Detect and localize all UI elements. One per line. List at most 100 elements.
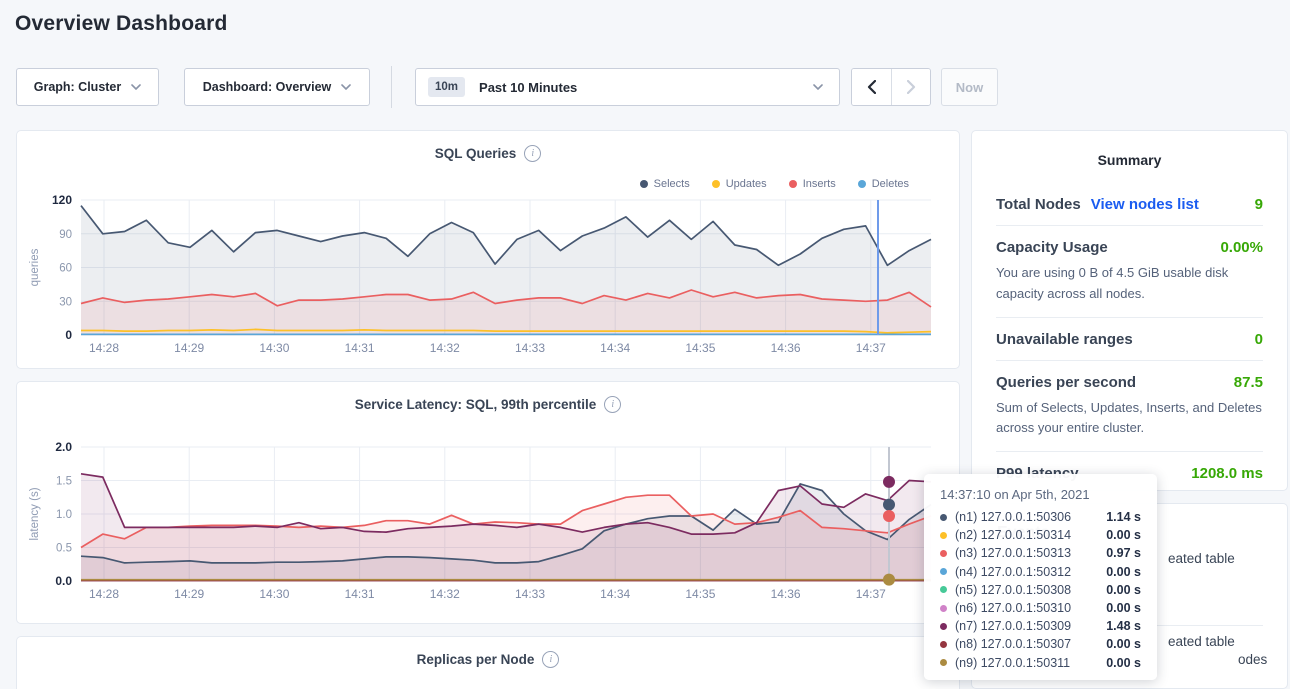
chevron-down-icon	[341, 84, 351, 90]
queries-per-second-value: 87.5	[1234, 374, 1263, 391]
time-step-button-group	[851, 68, 931, 106]
svg-text:90: 90	[59, 229, 72, 241]
event-row-fragment: eated table	[1168, 551, 1235, 566]
tooltip-node-value: 0.00 s	[1106, 583, 1141, 597]
series-color-dot	[940, 586, 947, 593]
sql-queries-chart[interactable]: 030609012014:2814:2914:3014:3114:3214:33…	[17, 131, 961, 370]
series-color-dot	[940, 550, 947, 557]
view-nodes-list-link[interactable]: View nodes list	[1091, 196, 1199, 213]
tooltip-row: (n3) 127.0.0.1:50313 0.97 s	[940, 544, 1141, 562]
capacity-usage-row: Capacity Usage 0.00% You are using 0 B o…	[996, 225, 1263, 317]
tooltip-node-label: (n9) 127.0.0.1:50311	[955, 656, 1070, 670]
svg-text:2.0: 2.0	[55, 440, 72, 454]
unavailable-ranges-label: Unavailable ranges	[996, 331, 1133, 348]
graph-scope-dropdown[interactable]: Graph: Cluster	[16, 68, 159, 106]
svg-text:60: 60	[59, 263, 72, 275]
summary-title: Summary	[996, 131, 1263, 183]
svg-text:14:35: 14:35	[685, 587, 715, 601]
series-color-dot	[940, 659, 947, 666]
svg-text:14:30: 14:30	[259, 341, 289, 355]
summary-panel: Summary Total Nodes View nodes list 9 Ca…	[971, 130, 1288, 491]
tooltip-row: (n2) 127.0.0.1:50314 0.00 s	[940, 526, 1141, 544]
chevron-down-icon	[813, 84, 823, 90]
tooltip-node-label: (n3) 127.0.0.1:50313	[955, 546, 1071, 560]
event-row-fragment: eated table	[1168, 634, 1235, 649]
tooltip-node-value: 0.00 s	[1106, 637, 1141, 651]
svg-text:14:31: 14:31	[345, 341, 375, 355]
tooltip-row: (n5) 127.0.0.1:50308 0.00 s	[940, 581, 1141, 599]
svg-text:14:28: 14:28	[89, 341, 119, 355]
unavailable-ranges-value: 0	[1255, 331, 1263, 348]
tooltip-node-value: 1.14 s	[1106, 510, 1141, 524]
svg-text:30: 30	[59, 296, 72, 308]
tooltip-timestamp: 14:37:10 on Apr 5th, 2021	[940, 487, 1141, 502]
tooltip-node-label: (n4) 127.0.0.1:50312	[955, 565, 1071, 579]
tooltip-node-label: (n5) 127.0.0.1:50308	[955, 583, 1071, 597]
svg-text:14:37: 14:37	[856, 341, 886, 355]
tooltip-node-value: 0.00 s	[1106, 656, 1141, 670]
svg-text:14:30: 14:30	[259, 587, 289, 601]
svg-text:14:34: 14:34	[600, 341, 630, 355]
tooltip-row: (n9) 127.0.0.1:50311 0.00 s	[940, 654, 1141, 672]
info-icon[interactable]: i	[542, 651, 559, 668]
series-color-dot	[940, 532, 947, 539]
chevron-left-icon	[867, 80, 876, 94]
service-latency-chart[interactable]: 0.00.51.01.52.014:2814:2914:3014:3114:32…	[17, 382, 961, 625]
time-range-dropdown[interactable]: 10m Past 10 Minutes	[415, 68, 840, 106]
total-nodes-value: 9	[1255, 196, 1263, 213]
svg-text:queries: queries	[29, 248, 41, 286]
page-title: Overview Dashboard	[15, 12, 228, 36]
svg-text:latency (s): latency (s)	[29, 487, 41, 540]
svg-text:14:36: 14:36	[771, 587, 801, 601]
chart-hover-tooltip: 14:37:10 on Apr 5th, 2021 (n1) 127.0.0.1…	[924, 474, 1157, 680]
svg-text:14:29: 14:29	[174, 587, 204, 601]
tooltip-node-label: (n7) 127.0.0.1:50309	[955, 619, 1071, 633]
chevron-right-icon	[907, 80, 916, 94]
unavailable-ranges-row: Unavailable ranges 0	[996, 317, 1263, 360]
svg-text:14:33: 14:33	[515, 341, 545, 355]
svg-text:14:36: 14:36	[771, 341, 801, 355]
tooltip-node-value: 0.00 s	[1106, 565, 1141, 579]
total-nodes-label: Total Nodes	[996, 196, 1081, 213]
time-range-badge: 10m	[428, 77, 465, 97]
svg-text:1.5: 1.5	[56, 476, 72, 488]
capacity-usage-label: Capacity Usage	[996, 239, 1108, 256]
p99-latency-value: 1208.0 ms	[1191, 465, 1263, 482]
queries-per-second-row: Queries per second 87.5 Sum of Selects, …	[996, 360, 1263, 452]
tooltip-node-value: 0.00 s	[1106, 528, 1141, 542]
overview-dashboard-page: Overview Dashboard Graph: Cluster Dashbo…	[0, 0, 1290, 689]
svg-text:14:34: 14:34	[600, 587, 630, 601]
tooltip-row: (n7) 127.0.0.1:50309 1.48 s	[940, 617, 1141, 635]
capacity-usage-value: 0.00%	[1220, 239, 1263, 256]
toolbar-divider	[391, 66, 392, 108]
tooltip-node-label: (n6) 127.0.0.1:50310	[955, 601, 1071, 615]
svg-text:14:37: 14:37	[856, 587, 886, 601]
series-color-dot	[940, 641, 947, 648]
tooltip-node-value: 0.00 s	[1106, 601, 1141, 615]
series-color-dot	[940, 568, 947, 575]
tooltip-node-label: (n2) 127.0.0.1:50314	[955, 528, 1071, 542]
tooltip-row: (n4) 127.0.0.1:50312 0.00 s	[940, 563, 1141, 581]
service-latency-panel: Service Latency: SQL, 99th percentile i …	[16, 381, 960, 624]
series-color-dot	[940, 605, 947, 612]
time-prev-button[interactable]	[852, 69, 891, 105]
total-nodes-row: Total Nodes View nodes list 9	[996, 183, 1263, 225]
dashboard-label: Dashboard: Overview	[203, 80, 332, 94]
svg-text:14:28: 14:28	[89, 587, 119, 601]
dashboard-dropdown[interactable]: Dashboard: Overview	[184, 68, 370, 106]
svg-text:14:33: 14:33	[515, 587, 545, 601]
tooltip-node-value: 1.48 s	[1106, 619, 1141, 633]
series-color-dot	[940, 514, 947, 521]
now-button[interactable]: Now	[941, 68, 998, 106]
svg-text:120: 120	[52, 193, 72, 207]
svg-text:14:31: 14:31	[345, 587, 375, 601]
chevron-down-icon	[131, 84, 141, 90]
svg-text:14:35: 14:35	[685, 341, 715, 355]
tooltip-row: (n6) 127.0.0.1:50310 0.00 s	[940, 599, 1141, 617]
capacity-usage-description: You are using 0 B of 4.5 GiB usable disk…	[996, 263, 1263, 305]
replicas-per-node-title: Replicas per Node	[417, 652, 535, 667]
tooltip-node-value: 0.97 s	[1106, 546, 1141, 560]
event-row-fragment: odes	[1238, 652, 1267, 667]
sql-queries-panel: SQL Queries i Selects Updates Inserts De…	[16, 130, 960, 369]
time-next-button[interactable]	[891, 69, 930, 105]
